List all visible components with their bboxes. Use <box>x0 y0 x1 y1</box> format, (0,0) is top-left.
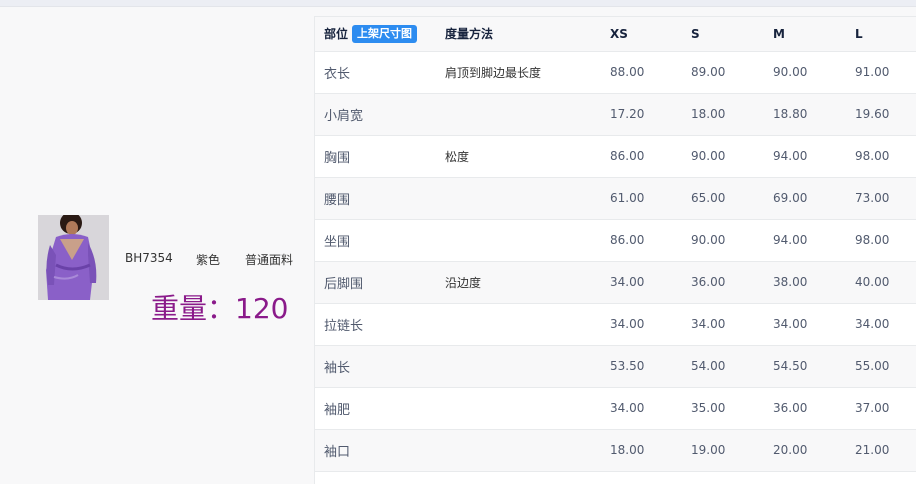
cell-method <box>445 93 610 136</box>
cell-m: 94.00 <box>773 135 855 178</box>
cell-part: 衣长 <box>315 51 445 94</box>
cell-m: 34.00 <box>773 303 855 346</box>
cell-xs: 61.00 <box>610 177 691 220</box>
cell-xs: 53.50 <box>610 345 691 388</box>
cell-m: 94.00 <box>773 219 855 262</box>
table-row: 袖口 18.00 19.00 20.00 21.00 <box>315 429 916 472</box>
cell-s: 89.00 <box>691 51 773 94</box>
cell-l: 34.00 <box>855 303 916 346</box>
cell-s: 90.00 <box>691 135 773 178</box>
product-weight: 重量：120 <box>151 292 289 325</box>
table-row: 袖肥 34.00 35.00 36.00 37.00 <box>315 387 916 430</box>
cell-s: 90.00 <box>691 219 773 262</box>
table-row: 后脚围 沿边度 34.00 36.00 38.00 40.00 <box>315 261 916 304</box>
cell-m: 54.50 <box>773 345 855 388</box>
cell-method <box>445 303 610 346</box>
product-thumbnail[interactable] <box>38 215 109 300</box>
cell-method <box>445 219 610 262</box>
cell-m: 36.00 <box>773 387 855 430</box>
header-l: L <box>855 17 916 52</box>
header-m: M <box>773 17 855 52</box>
cell-l: 98.00 <box>855 219 916 262</box>
cell-xs: 17.20 <box>610 93 691 136</box>
cell-part: 袖口 <box>315 429 445 472</box>
table-row: 拉链长 34.00 34.00 34.00 34.00 <box>315 303 916 346</box>
table-row: 腰围 61.00 65.00 69.00 73.00 <box>315 177 916 220</box>
cell-xs: 86.00 <box>610 135 691 178</box>
cell-m: 90.00 <box>773 51 855 94</box>
cell-xs: 18.00 <box>610 429 691 472</box>
cell-s: 18.00 <box>691 93 773 136</box>
cell-l: 40.00 <box>855 261 916 304</box>
cell-l: 37.00 <box>855 387 916 430</box>
table-row: 胸围 松度 86.00 90.00 94.00 98.00 <box>315 135 916 178</box>
cell-s: 36.00 <box>691 261 773 304</box>
cell-s: 65.00 <box>691 177 773 220</box>
size-chart-tag-button[interactable]: 上架尺寸图 <box>352 25 418 43</box>
cell-part: 腰围 <box>315 177 445 220</box>
cell-method <box>445 387 610 430</box>
table-row: 坐围 86.00 90.00 94.00 98.00 <box>315 219 916 262</box>
table-row: 袖长 53.50 54.00 54.50 55.00 <box>315 345 916 388</box>
cell-xs: 86.00 <box>610 219 691 262</box>
cell-method <box>445 345 610 388</box>
cell-part: 袖肥 <box>315 387 445 430</box>
cell-m: 18.80 <box>773 93 855 136</box>
size-table-container: 部位 上架尺寸图 度量方法 XS S M L 衣长 肩顶到脚边最长度 88.00 … <box>314 16 916 484</box>
cell-method: 松度 <box>445 135 610 178</box>
cell-part: 胸围 <box>315 135 445 178</box>
table-row: 衣长 肩顶到脚边最长度 88.00 89.00 90.00 91.00 <box>315 51 916 94</box>
header-xs: XS <box>610 17 691 52</box>
cell-method <box>445 429 610 472</box>
cell-l: 21.00 <box>855 429 916 472</box>
cell-method <box>445 177 610 220</box>
cell-m: 38.00 <box>773 261 855 304</box>
top-border <box>0 0 916 7</box>
cell-l: 55.00 <box>855 345 916 388</box>
product-code: BH7354 <box>125 251 173 265</box>
cell-part: 袖长 <box>315 345 445 388</box>
table-row: 小肩宽 17.20 18.00 18.80 19.60 <box>315 93 916 136</box>
cell-m: 69.00 <box>773 177 855 220</box>
cell-l: 19.60 <box>855 93 916 136</box>
cell-xs: 34.00 <box>610 261 691 304</box>
cell-part: 坐围 <box>315 219 445 262</box>
cell-s: 54.00 <box>691 345 773 388</box>
cell-s: 35.00 <box>691 387 773 430</box>
header-method: 度量方法 <box>445 17 610 52</box>
table-header-row: 部位 上架尺寸图 度量方法 XS S M L <box>315 17 916 52</box>
cell-method: 沿边度 <box>445 261 610 304</box>
cell-part: 小肩宽 <box>315 93 445 136</box>
product-fabric: 普通面料 <box>245 253 294 267</box>
header-part: 部位 上架尺寸图 <box>315 17 445 52</box>
cell-method: 肩顶到脚边最长度 <box>445 51 610 94</box>
header-part-label: 部位 <box>324 26 349 41</box>
cell-s: 34.00 <box>691 303 773 346</box>
header-s: S <box>691 17 773 52</box>
cell-l: 91.00 <box>855 51 916 94</box>
cell-part: 拉链长 <box>315 303 445 346</box>
cell-l: 98.00 <box>855 135 916 178</box>
cell-m: 20.00 <box>773 429 855 472</box>
cell-xs: 34.00 <box>610 387 691 430</box>
dress-photo-icon <box>38 215 109 300</box>
cell-l: 73.00 <box>855 177 916 220</box>
cell-s: 19.00 <box>691 429 773 472</box>
cell-xs: 88.00 <box>610 51 691 94</box>
cell-xs: 34.00 <box>610 303 691 346</box>
cell-part: 后脚围 <box>315 261 445 304</box>
size-table: 部位 上架尺寸图 度量方法 XS S M L 衣长 肩顶到脚边最长度 88.00 … <box>315 17 916 472</box>
product-color: 紫色 <box>196 253 221 267</box>
